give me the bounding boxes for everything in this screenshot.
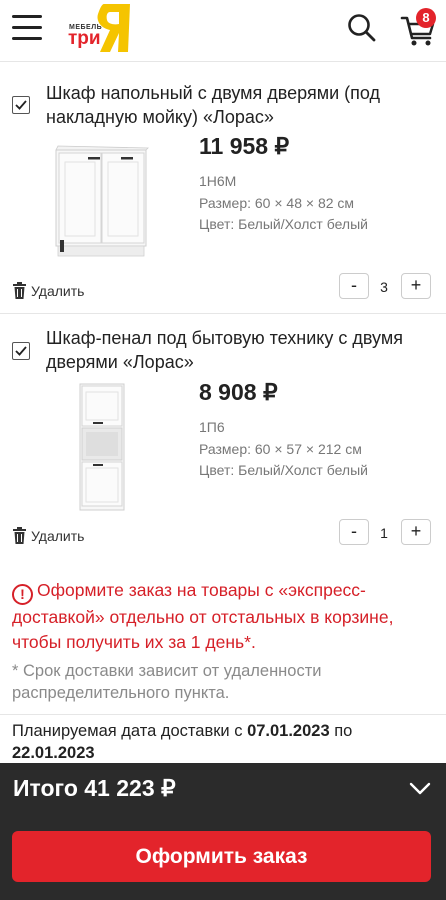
express-delivery-warning: ! Оформите заказ на товары с «экспресс-до… bbox=[12, 578, 436, 655]
cart-icon[interactable]: 8 bbox=[400, 8, 440, 48]
warning-text: Оформите заказ на товары с «экспресс-дос… bbox=[12, 580, 394, 652]
item-price: 8 908 ₽ bbox=[199, 379, 278, 405]
checkout-button[interactable]: Оформить заказ bbox=[12, 831, 431, 882]
logo-main-text: три bbox=[68, 28, 101, 49]
item-price: 11 958 ₽ bbox=[199, 133, 290, 159]
item-color: Цвет: Белый/Холст белый bbox=[199, 462, 368, 478]
delete-label: Удалить bbox=[31, 282, 85, 299]
item-size: Размер: 60 × 57 × 212 см bbox=[199, 441, 362, 457]
item-checkbox[interactable] bbox=[12, 342, 30, 360]
delivery-note: * Срок доставки зависит от удаленности р… bbox=[12, 662, 322, 702]
delete-button[interactable]: Удалить bbox=[12, 527, 84, 544]
quantity-increase-button[interactable]: + bbox=[401, 273, 431, 299]
item-divider bbox=[0, 313, 446, 314]
delivery-prefix: Планируемая дата доставки с bbox=[12, 722, 248, 740]
menu-icon[interactable] bbox=[12, 12, 44, 44]
quantity-increase-button[interactable]: + bbox=[401, 519, 431, 545]
product-image[interactable] bbox=[50, 142, 152, 265]
section-divider bbox=[0, 714, 446, 715]
item-size: Размер: 60 × 48 × 82 см bbox=[199, 195, 355, 211]
chevron-down-icon[interactable] bbox=[408, 779, 432, 799]
item-title[interactable]: Шкаф напольный с двумя дверями (под накл… bbox=[46, 81, 436, 129]
item-color: Цвет: Белый/Холст белый bbox=[199, 216, 368, 232]
cart-count-badge: 8 bbox=[416, 8, 436, 28]
warning-icon: ! bbox=[12, 584, 33, 605]
delete-button[interactable]: Удалить bbox=[12, 282, 84, 299]
quantity-decrease-button[interactable]: - bbox=[339, 519, 369, 545]
delivery-date-to: 22.01.2023 bbox=[12, 744, 95, 762]
delivery-date-info: Планируемая дата доставки с 07.01.2023 п… bbox=[12, 720, 436, 764]
delivery-date-from: 07.01.2023 bbox=[247, 722, 330, 740]
checkout-bar: Итого 41 223 ₽ Оформить заказ bbox=[0, 763, 446, 900]
logo[interactable]: МЕБЕЛЬ три bbox=[66, 0, 136, 58]
quantity-decrease-button[interactable]: - bbox=[339, 273, 369, 299]
item-sku: 1П6 bbox=[199, 419, 225, 435]
delete-label: Удалить bbox=[31, 527, 85, 544]
item-title[interactable]: Шкаф-пенал под бытовую технику с двумя д… bbox=[46, 326, 436, 374]
trash-icon bbox=[13, 527, 26, 544]
item-sku: 1Н6М bbox=[199, 173, 237, 189]
order-total: Итого 41 223 ₽ bbox=[13, 775, 176, 801]
product-image[interactable] bbox=[76, 382, 128, 519]
search-icon[interactable] bbox=[346, 12, 378, 44]
delivery-middle: по bbox=[329, 722, 353, 740]
top-header: МЕБЕЛЬ три 8 bbox=[0, 0, 446, 62]
trash-icon bbox=[13, 282, 26, 299]
quantity-value: 1 bbox=[380, 525, 388, 541]
quantity-value: 3 bbox=[380, 279, 388, 295]
item-checkbox[interactable] bbox=[12, 96, 30, 114]
